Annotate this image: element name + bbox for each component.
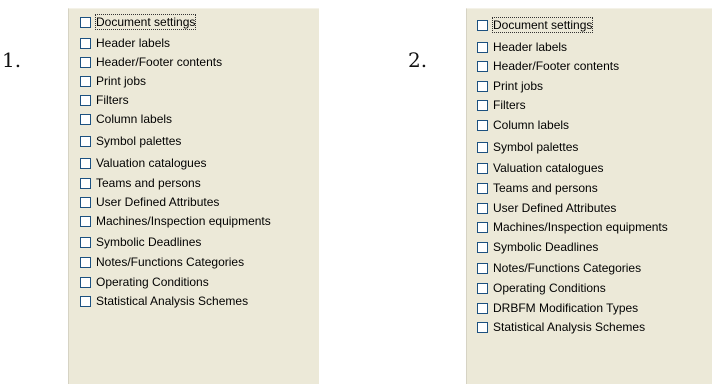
- checkbox-label: User Defined Attributes: [493, 201, 617, 215]
- checkbox[interactable]: [477, 182, 488, 194]
- checkbox[interactable]: [80, 196, 91, 208]
- checkbox-item[interactable]: Header labels: [80, 34, 170, 52]
- checkbox-label: Statistical Analysis Schemes: [96, 294, 249, 308]
- checkbox-label: Symbolic Deadlines: [493, 240, 599, 254]
- checkbox-item[interactable]: Header labels: [477, 38, 567, 56]
- checkbox-item[interactable]: Statistical Analysis Schemes: [477, 318, 645, 336]
- checkbox-label: DRBFM Modification Types: [493, 301, 639, 315]
- checkbox-item[interactable]: Machines/Inspection equipments: [477, 218, 668, 236]
- checkbox-label: Column labels: [493, 118, 570, 132]
- checkbox[interactable]: [477, 99, 488, 111]
- checkbox-label: Print jobs: [96, 74, 147, 88]
- checkbox-item[interactable]: Column labels: [80, 110, 172, 128]
- checkbox[interactable]: [477, 41, 488, 53]
- checkbox-item[interactable]: Teams and persons: [477, 179, 598, 197]
- checkbox-label: Filters: [493, 98, 526, 112]
- checkbox-item[interactable]: Machines/Inspection equipments: [80, 212, 271, 230]
- checkbox-item[interactable]: Filters: [477, 96, 526, 114]
- checkbox-label: Symbol palettes: [96, 134, 182, 148]
- checkbox-item[interactable]: Symbol palettes: [477, 138, 578, 156]
- checkbox-item[interactable]: Operating Conditions: [477, 279, 606, 297]
- checkbox[interactable]: [477, 262, 488, 274]
- checkbox-item[interactable]: Header/Footer contents: [477, 57, 619, 75]
- checkbox-label: Document settings: [491, 17, 594, 33]
- checkbox-label: Notes/Functions Categories: [96, 255, 245, 269]
- checkbox-label: Symbol palettes: [493, 140, 579, 154]
- checkbox-label: Machines/Inspection equipments: [493, 220, 668, 234]
- checkbox[interactable]: [477, 321, 488, 333]
- checkbox-label: Header labels: [493, 40, 568, 54]
- checkbox[interactable]: [477, 302, 488, 314]
- checkbox-label: Teams and persons: [96, 176, 201, 190]
- checkbox-item[interactable]: Operating Conditions: [80, 273, 209, 291]
- checkbox[interactable]: [477, 141, 488, 153]
- figure-label-2: 2.: [408, 48, 428, 72]
- checkbox-item[interactable]: Symbolic Deadlines: [80, 233, 201, 251]
- checkbox[interactable]: [477, 162, 488, 174]
- checkbox[interactable]: [80, 295, 91, 307]
- checkbox-item[interactable]: Valuation catalogues: [477, 159, 604, 177]
- checkbox-label: Valuation catalogues: [96, 156, 207, 170]
- checkbox-label: Column labels: [96, 112, 173, 126]
- checkbox[interactable]: [80, 56, 91, 68]
- checkbox-label: User Defined Attributes: [96, 195, 220, 209]
- checkbox-label: Notes/Functions Categories: [493, 261, 642, 275]
- checkbox[interactable]: [477, 202, 488, 214]
- checkbox-item[interactable]: Print jobs: [477, 77, 543, 95]
- checkbox-item[interactable]: Document settings: [80, 13, 197, 31]
- checkbox-panel-2: Document settings Header labels Header/Foo…: [466, 8, 712, 384]
- checkbox[interactable]: [80, 135, 91, 147]
- checkbox-item[interactable]: User Defined Attributes: [80, 193, 219, 211]
- checkbox-label: Header labels: [96, 36, 171, 50]
- checkbox[interactable]: [477, 119, 488, 131]
- checkbox-item[interactable]: Symbolic Deadlines: [477, 238, 598, 256]
- checkbox-item[interactable]: Column labels: [477, 116, 569, 134]
- checkbox-label: Operating Conditions: [96, 275, 209, 289]
- checkbox-item[interactable]: Symbol palettes: [80, 132, 181, 150]
- checkbox[interactable]: [80, 157, 91, 169]
- checkbox-label: Header/Footer contents: [96, 55, 223, 69]
- checkbox[interactable]: [80, 236, 91, 248]
- checkbox[interactable]: [80, 256, 91, 268]
- checkbox-label: Valuation catalogues: [493, 161, 604, 175]
- checkbox-label: Statistical Analysis Schemes: [493, 320, 646, 334]
- checkbox[interactable]: [477, 80, 488, 92]
- checkbox-item[interactable]: Notes/Functions Categories: [477, 259, 641, 277]
- figure-label-1: 1.: [2, 48, 22, 72]
- checkbox[interactable]: [80, 276, 91, 288]
- checkbox[interactable]: [80, 16, 91, 28]
- checkbox-label: Filters: [96, 93, 129, 107]
- checkbox-label: Symbolic Deadlines: [96, 235, 202, 249]
- checkbox-item[interactable]: DRBFM Modification Types: [477, 299, 638, 317]
- checkbox-item[interactable]: Teams and persons: [80, 174, 201, 192]
- checkbox-item[interactable]: Filters: [80, 91, 129, 109]
- checkbox-item[interactable]: Statistical Analysis Schemes: [80, 292, 248, 310]
- checkbox-panel-1: Document settings Header labels Header/Foo…: [68, 8, 319, 384]
- checkbox[interactable]: [80, 94, 91, 106]
- checkbox[interactable]: [80, 215, 91, 227]
- checkbox-item[interactable]: User Defined Attributes: [477, 199, 616, 217]
- checkbox[interactable]: [80, 177, 91, 189]
- checkbox-label: Document settings: [94, 14, 197, 30]
- checkbox[interactable]: [80, 75, 91, 87]
- checkbox-label: Operating Conditions: [493, 281, 606, 295]
- checkbox[interactable]: [477, 19, 488, 31]
- checkbox-item[interactable]: Document settings: [477, 16, 594, 34]
- checkbox[interactable]: [477, 221, 488, 233]
- checkbox-label: Print jobs: [493, 79, 544, 93]
- checkbox-item[interactable]: Notes/Functions Categories: [80, 253, 244, 271]
- checkbox-label: Teams and persons: [493, 181, 598, 195]
- checkbox[interactable]: [477, 241, 488, 253]
- checkbox-item[interactable]: Print jobs: [80, 72, 146, 90]
- checkbox[interactable]: [80, 113, 91, 125]
- checkbox-item[interactable]: Valuation catalogues: [80, 154, 207, 172]
- checkbox-label: Machines/Inspection equipments: [96, 214, 271, 228]
- checkbox[interactable]: [477, 282, 488, 294]
- checkbox-label: Header/Footer contents: [493, 59, 620, 73]
- checkbox-item[interactable]: Header/Footer contents: [80, 53, 222, 71]
- checkbox[interactable]: [80, 37, 91, 49]
- checkbox[interactable]: [477, 60, 488, 72]
